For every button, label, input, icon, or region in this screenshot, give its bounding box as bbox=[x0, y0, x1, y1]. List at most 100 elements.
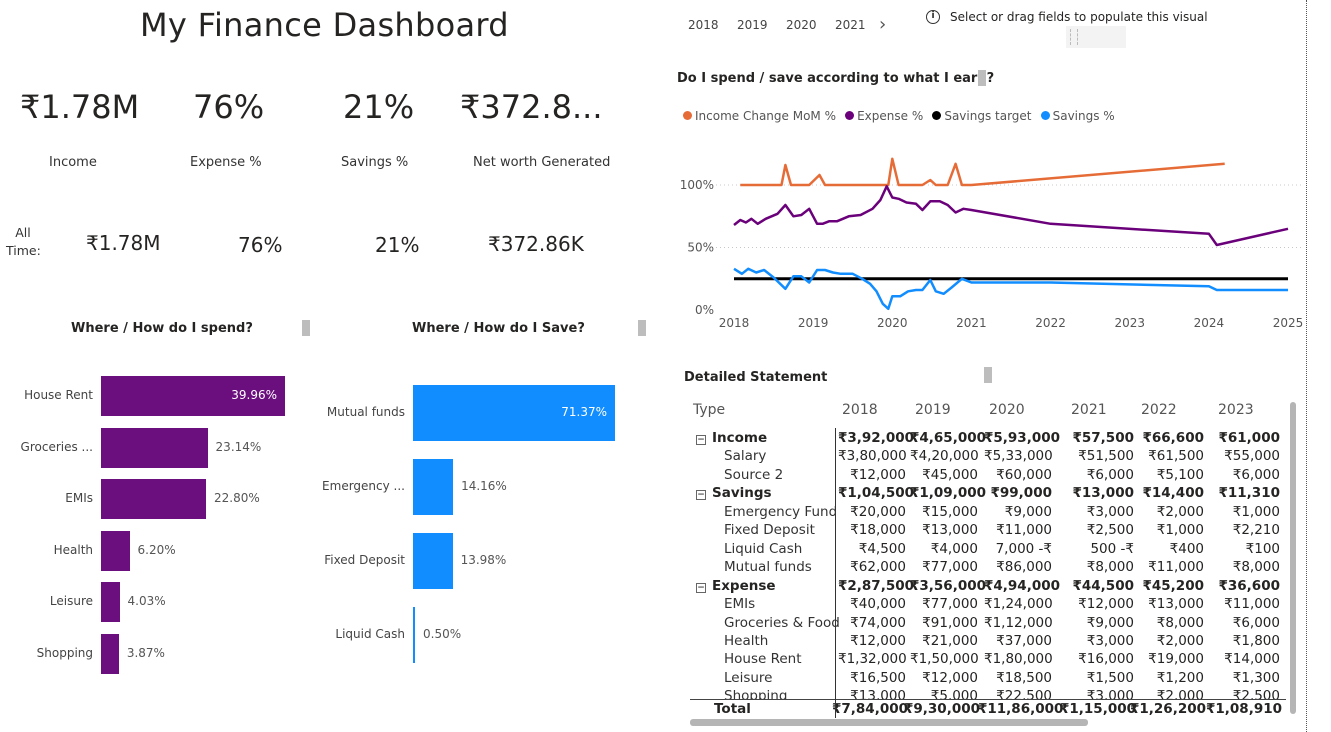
matrix-horizontal-scrollbar[interactable] bbox=[690, 719, 1088, 726]
matrix-cell: ₹400 bbox=[1169, 540, 1204, 557]
dashboard-title: My Finance Dashboard bbox=[140, 6, 509, 44]
y-tick-label: 100% bbox=[680, 178, 714, 192]
matrix-cell: ₹11,310 bbox=[1218, 485, 1281, 502]
save-chart-scroll-stub[interactable] bbox=[638, 320, 646, 336]
matrix-header-year[interactable]: 2019 bbox=[915, 401, 951, 419]
matrix-row: Groceries & Food ₹74,000 ₹91,000 ₹1,12,000 ₹… bbox=[690, 614, 1286, 632]
matrix-cell: ₹1,32,000 bbox=[838, 651, 907, 668]
legend-dot-icon bbox=[845, 111, 855, 120]
bar[interactable] bbox=[413, 459, 454, 515]
bar-data-label: 39.96% bbox=[231, 388, 277, 402]
matrix-cell: ₹12,000 bbox=[850, 632, 906, 649]
matrix-row: EMIs ₹40,000 ₹77,000 ₹1,24,000 ₹12,000 ₹13,00… bbox=[690, 595, 1286, 613]
chevron-right-icon[interactable]: › bbox=[879, 14, 886, 35]
bar-data-label: 0.50% bbox=[423, 627, 462, 641]
legend-expense[interactable]: Expense % bbox=[845, 109, 923, 123]
all-time-savings: 21% bbox=[375, 233, 420, 257]
matrix-cell: ₹11,000 bbox=[1148, 559, 1204, 576]
legend-savings[interactable]: Savings % bbox=[1040, 108, 1115, 123]
matrix-cell: ₹61,500 bbox=[1148, 448, 1204, 465]
save-chart-title: Where / How do I Save? bbox=[412, 321, 585, 336]
matrix-cell: ₹5,33,000 bbox=[984, 448, 1053, 465]
bar[interactable] bbox=[101, 427, 208, 468]
info-visual-text: Select or drag fields to populate this v… bbox=[950, 10, 1208, 24]
matrix-row-label: Groceries & Food bbox=[724, 614, 840, 631]
all-time-income: ₹1.78M bbox=[86, 231, 161, 255]
collapse-icon[interactable]: − bbox=[696, 435, 706, 445]
matrix-cell: ₹62,000 bbox=[850, 559, 906, 576]
bar[interactable] bbox=[413, 607, 415, 663]
bar[interactable] bbox=[101, 530, 130, 571]
matrix-cell: ₹60,000 bbox=[996, 466, 1052, 483]
kpi-expense-value: 76% bbox=[193, 88, 265, 126]
matrix-cell: ₹1,000 bbox=[1156, 522, 1204, 539]
kpi-networth-value: ₹372.8... bbox=[460, 88, 603, 126]
bar-category-label: Fixed Deposit bbox=[324, 553, 405, 567]
matrix-cell: ₹13,000 bbox=[922, 522, 978, 539]
matrix-cell: ₹6,000 bbox=[1232, 466, 1280, 483]
bar-category-label: Health bbox=[53, 542, 93, 557]
matrix-row: Fixed Deposit ₹18,000 ₹13,000 ₹11,000 ₹2,500… bbox=[690, 521, 1286, 539]
matrix-header-row: Type 2018 2019 2020 2021 2022 2023 bbox=[690, 401, 1286, 419]
matrix-cell: ₹1,24,000 bbox=[984, 596, 1053, 613]
matrix-header-year[interactable]: 2023 bbox=[1218, 401, 1254, 419]
matrix-total-cell: ₹1,08,910 bbox=[1206, 701, 1283, 717]
collapse-icon[interactable]: − bbox=[696, 490, 706, 501]
bar-data-label: 22.80% bbox=[213, 491, 260, 505]
line-chart-scroll-stub[interactable] bbox=[978, 70, 986, 86]
series-line-savings[interactable] bbox=[733, 267, 1288, 311]
slicer-year-2019[interactable]: 2019 bbox=[737, 18, 768, 32]
matrix-cell: ₹9,000 bbox=[1004, 503, 1052, 520]
matrix-cell: ₹20,000 bbox=[850, 503, 906, 520]
statement-scroll-stub[interactable] bbox=[984, 367, 992, 383]
spend-chart-scroll-stub[interactable] bbox=[302, 320, 310, 336]
matrix-row: Leisure ₹16,500 ₹12,000 ₹18,500 ₹1,500 ₹1,200… bbox=[690, 669, 1286, 687]
matrix-header-year[interactable]: 2018 bbox=[842, 401, 878, 419]
matrix-cell: ₹1,300 bbox=[1232, 669, 1280, 686]
matrix-header-year[interactable]: 2022 bbox=[1141, 401, 1177, 419]
matrix-header-year[interactable]: 2020 bbox=[989, 401, 1025, 419]
matrix-cell: ₹13,000 bbox=[1148, 596, 1204, 613]
legend-income-change[interactable]: Income Change MoM % bbox=[683, 109, 836, 123]
slicer-year-2018[interactable]: 2018 bbox=[688, 18, 719, 32]
matrix-cell: ₹6,000 bbox=[1232, 614, 1280, 631]
bar[interactable] bbox=[101, 479, 206, 519]
x-tick-label: 2018 bbox=[719, 316, 750, 330]
matrix-row: Salary ₹3,80,000 ₹4,20,000 ₹5,33,000 ₹51,500… bbox=[690, 447, 1286, 465]
kpi-savings-value: 21% bbox=[343, 88, 415, 126]
legend-dot-icon bbox=[683, 111, 692, 120]
matrix-cell: ₹19,000 bbox=[1148, 651, 1204, 668]
bar-data-label: 6.20% bbox=[137, 542, 176, 557]
bar-data-label: 14.16% bbox=[461, 479, 507, 493]
matrix-header-type[interactable]: Type bbox=[693, 401, 725, 419]
matrix-header-year[interactable]: 2021 bbox=[1071, 401, 1107, 419]
matrix-cell: ₹18,000 bbox=[850, 522, 906, 539]
matrix-row: Emergency Fund ₹20,000 ₹15,000 ₹9,000 ₹3,000… bbox=[690, 503, 1286, 521]
matrix-cell: ₹74,000 bbox=[850, 614, 906, 631]
matrix-group-label: Expense bbox=[712, 577, 776, 594]
legend-label: Savings % bbox=[1052, 108, 1115, 123]
bar-data-label: 23.14% bbox=[215, 439, 262, 454]
matrix-cell: ₹1,800 bbox=[1232, 632, 1280, 649]
slicer-year-2020[interactable]: 2020 bbox=[786, 18, 817, 32]
statement-matrix: Type 2018 2019 2020 2021 2022 2023− Income ₹3,92… bbox=[690, 400, 1286, 718]
series-line-income-change-mom[interactable] bbox=[740, 157, 1225, 187]
legend-savings-target[interactable]: Savings target bbox=[932, 109, 1032, 123]
matrix-row-label: Salary bbox=[724, 448, 767, 465]
drag-handle-icon bbox=[1070, 29, 1078, 45]
matrix-cell: ₹21,000 bbox=[922, 632, 978, 649]
bar[interactable] bbox=[413, 533, 453, 589]
collapse-icon[interactable]: − bbox=[696, 582, 706, 593]
matrix-cell: ₹55,000 bbox=[1224, 448, 1280, 465]
matrix-cell: ₹9,000 bbox=[1086, 614, 1134, 631]
series-line-expense[interactable] bbox=[733, 185, 1289, 247]
bar[interactable] bbox=[101, 633, 119, 674]
bar-category-label: Leisure bbox=[49, 594, 93, 608]
matrix-vertical-scrollbar[interactable] bbox=[1290, 402, 1296, 714]
x-tick-label: 2025 bbox=[1273, 316, 1304, 330]
matrix-cell: ₹1,200 bbox=[1156, 669, 1204, 686]
slicer-year-2021[interactable]: 2021 bbox=[835, 18, 866, 32]
matrix-cell: ₹12,000 bbox=[850, 466, 906, 483]
matrix-cell: ₹1,000 bbox=[1232, 503, 1280, 520]
bar[interactable] bbox=[101, 582, 120, 622]
